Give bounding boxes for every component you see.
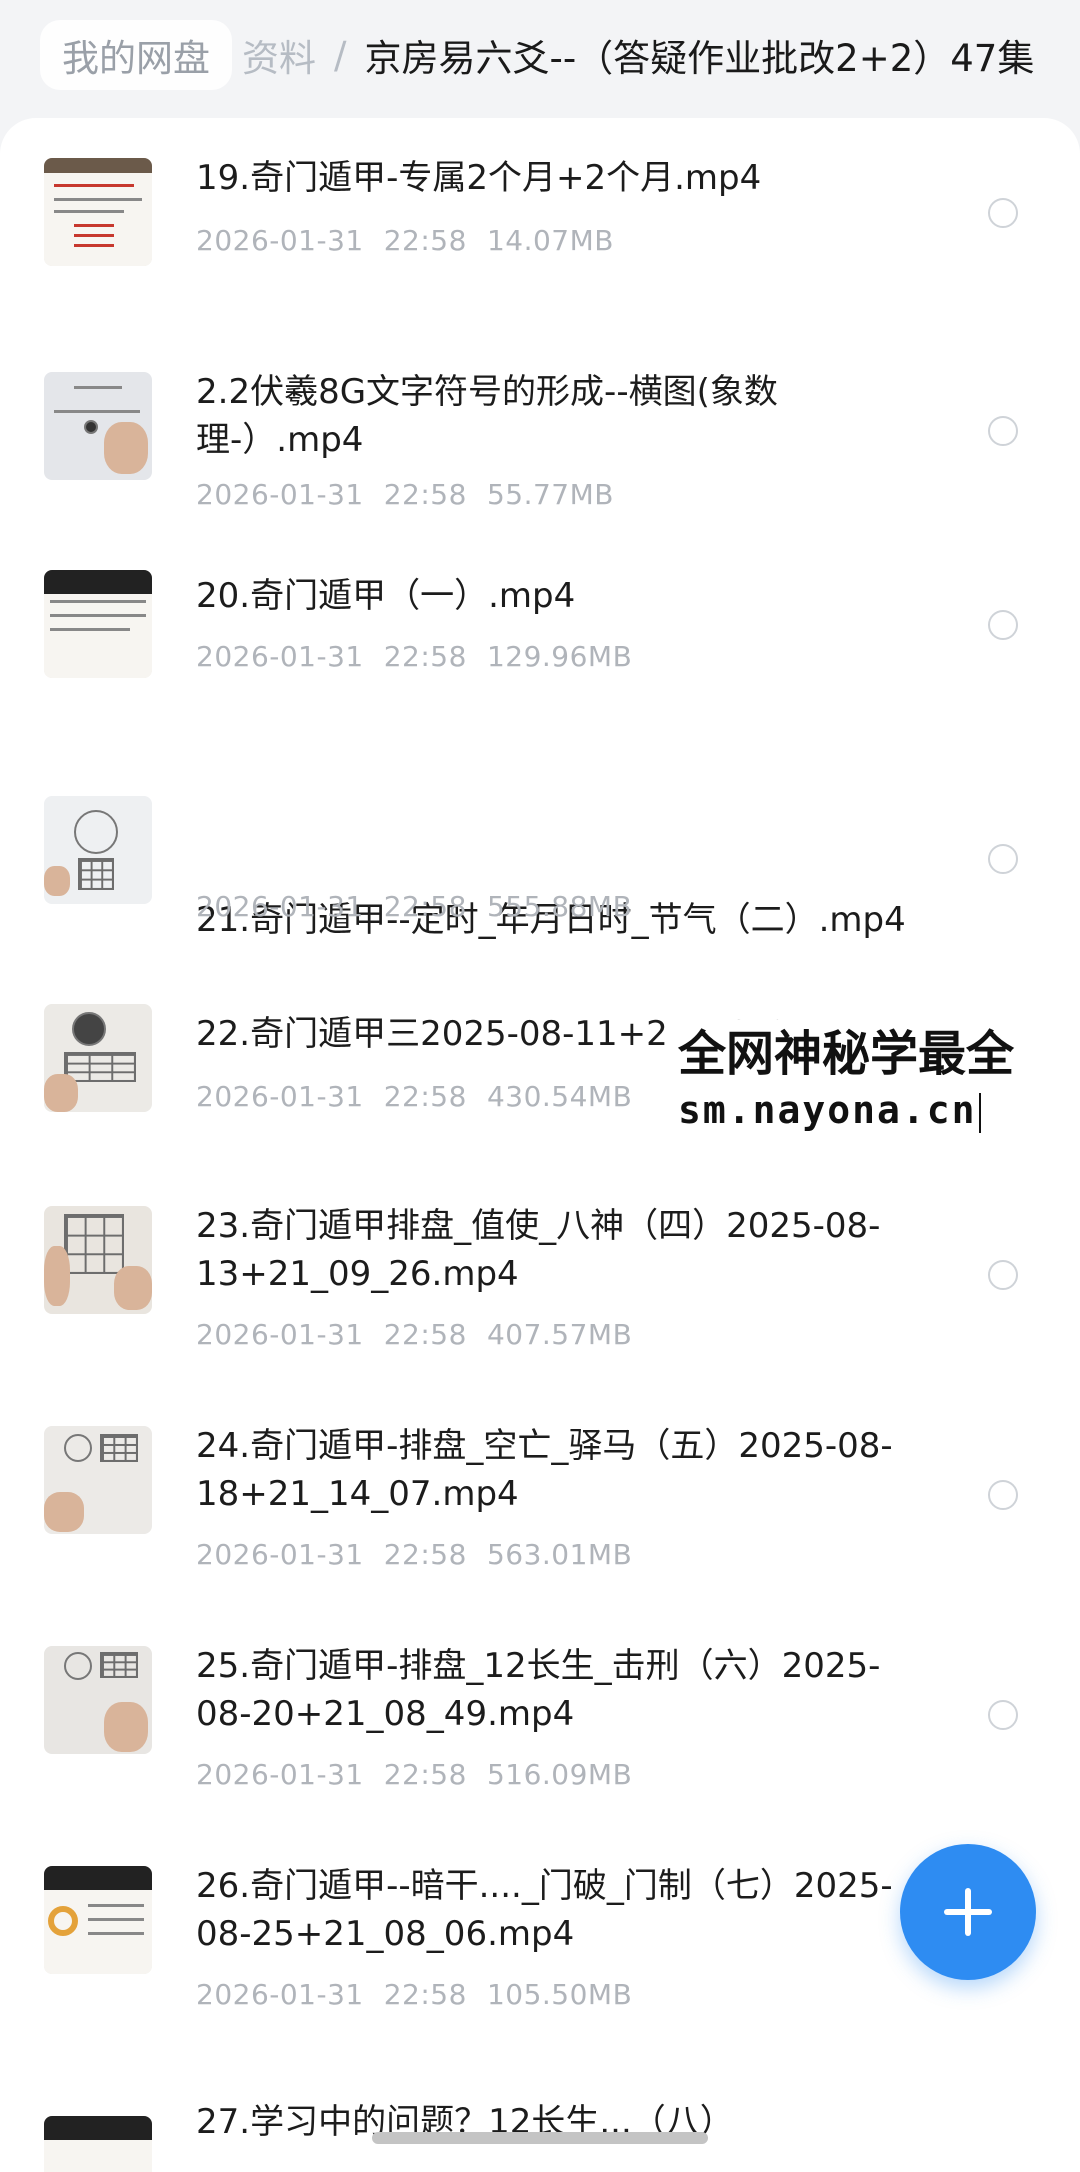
select-radio[interactable] [988,1260,1018,1290]
file-size: 129.96MB [486,640,633,673]
file-name: 19.奇门遁甲-专属2个月+2个月.mp4 [196,158,762,198]
breadcrumb-root[interactable]: 我的网盘 [40,20,232,90]
file-size: 563.01MB [486,1538,633,1571]
select-radio[interactable] [988,844,1018,874]
file-date: 2026-01-31 [196,224,364,257]
paper-grid-thumbnail-icon [44,1426,152,1534]
file-meta: 2026-01-31 22:58 129.96MB [196,640,652,673]
file-size: 14.07MB [486,224,614,257]
file-time: 22:58 [383,478,467,511]
breadcrumb: 我的网盘 资料 / 京房易六爻--（答疑作业批改2+2）47集 [0,0,1080,110]
file-time: 22:58 [383,1758,467,1791]
watermark-title: 全网神秘学最全 [678,1026,1015,1082]
file-row[interactable]: 27.学习中的问题？12长生...（八） [0,2068,1080,2172]
paper-grid-thumbnail-icon [44,1646,152,1754]
file-meta: 2026-01-31 22:58 430.54MB [196,1080,652,1113]
file-meta: 2026-01-31 22:58 563.01MB [196,1538,652,1571]
select-radio[interactable] [988,1700,1018,1730]
select-radio[interactable] [988,1480,1018,1510]
watermark-url-line: sm.nayona.cn [678,1084,1072,1136]
file-meta: 2026-01-31 22:58 14.07MB [196,224,634,257]
file-meta: 2026-01-31 22:58 55.77MB [196,478,634,511]
file-row[interactable]: 21.奇门遁甲--定时_年月日时_节气（二）.mp4 [0,748,1080,968]
file-date: 2026-01-31 [196,478,364,511]
paper-grid-thumbnail-icon [44,796,152,904]
file-meta: 2026-01-31 22:58 516.09MB [196,1758,652,1791]
breadcrumb-parent[interactable]: 资料 [242,28,316,82]
slide-thumbnail-icon [44,1866,152,1974]
file-row[interactable]: 19.奇门遁甲-专属2个月+2个月.mp4 2026-01-31 22:58 14.… [0,118,1080,318]
file-date: 2026-01-31 [196,1538,364,1571]
file-time: 22:58 [383,890,467,923]
home-indicator[interactable] [372,2132,708,2144]
file-time: 22:58 [383,1318,467,1351]
file-time: 22:58 [383,640,467,673]
file-size: 55.77MB [486,478,614,511]
file-name: 2.2伏羲8G文字符号的形成--横图(象数理-）.mp4 [196,372,778,460]
paper-grid-thumbnail-icon [44,1206,152,1314]
file-date: 2026-01-31 [196,890,364,923]
file-size: 407.57MB [486,1318,633,1351]
file-date: 2026-01-31 [196,1080,364,1113]
file-size: 555.88MB [486,890,633,923]
paper-grid-thumbnail-icon [44,1004,152,1112]
file-meta: 2026-01-31 22:58 407.57MB [196,1318,652,1351]
file-size: 516.09MB [486,1758,633,1791]
file-name: 25.奇门遁甲-排盘_12长生_击刑（六）2025-08-20+21_08_49… [196,1646,881,1734]
whiteboard-thumbnail-icon [44,372,152,480]
file-name: 24.奇门遁甲-排盘_空亡_驿马（五）2025-08-18+21_14_07.m… [196,1426,893,1514]
file-time: 22:58 [383,1978,467,2011]
file-date: 2026-01-31 [196,1758,364,1791]
breadcrumb-separator: / [334,33,347,77]
text-caret [978,1092,981,1133]
file-time: 22:58 [383,1080,467,1113]
file-name: 26.奇门遁甲--暗干...._门破_门制（七）2025-08-25+21_08… [196,1866,893,1954]
file-name: 20.奇门遁甲（一）.mp4 [196,576,576,616]
file-row[interactable]: 24.奇门遁甲-排盘_空亡_驿马（五）2025-08-18+21_14_07.m… [0,1398,1080,1608]
slide-thumbnail-icon [44,158,152,266]
watermark: 全网神秘学最全 sm.nayona.cn [670,1020,1080,1142]
file-time: 22:58 [383,224,467,257]
file-meta: 2026-01-31 22:58 105.50MB [196,1978,652,2011]
add-button[interactable] [900,1844,1036,1980]
slide-thumbnail-icon [44,2116,152,2172]
slide-thumbnail-icon [44,570,152,678]
file-row[interactable]: 20.奇门遁甲（一）.mp4 2026-01-31 22:58 129.96MB [0,558,1080,708]
file-date: 2026-01-31 [196,1978,364,2011]
select-radio[interactable] [988,610,1018,640]
file-date: 2026-01-31 [196,1318,364,1351]
watermark-url: sm.nayona.cn [678,1088,977,1132]
file-name: 23.奇门遁甲排盘_值使_八神（四）2025-08-13+21_09_26.mp… [196,1206,881,1294]
select-radio[interactable] [988,198,1018,228]
file-meta: 2026-01-31 22:58 555.88MB [196,890,652,923]
file-size: 430.54MB [486,1080,633,1113]
breadcrumb-current: 京房易六爻--（答疑作业批改2+2）47集 [364,37,1035,80]
file-row[interactable]: 25.奇门遁甲-排盘_12长生_击刑（六）2025-08-20+21_08_49… [0,1618,1080,1828]
file-size: 105.50MB [486,1978,633,2011]
select-radio[interactable] [988,416,1018,446]
file-time: 22:58 [383,1538,467,1571]
file-row[interactable]: 2.2伏羲8G文字符号的形成--横图(象数理-）.mp4 2026-01-31 2… [0,338,1080,548]
file-date: 2026-01-31 [196,640,364,673]
file-row[interactable]: 23.奇门遁甲排盘_值使_八神（四）2025-08-13+21_09_26.mp… [0,1178,1080,1388]
